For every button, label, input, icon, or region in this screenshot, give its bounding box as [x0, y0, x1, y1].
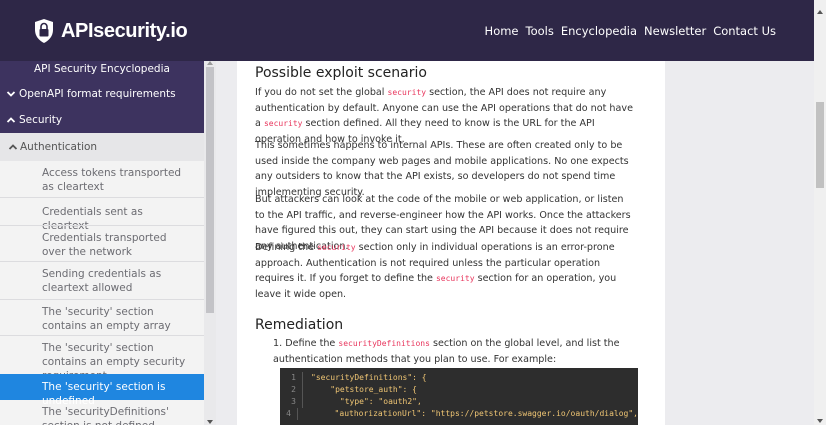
page-scrollbar-thumb[interactable]	[816, 102, 824, 188]
code-line: 2 "petstore_auth": {	[291, 384, 417, 396]
sidebar-item-label: OpenAPI format requirements	[19, 88, 176, 100]
code-keyword: securityDefinitions	[338, 339, 430, 348]
sidebar-item-label: Credentials transported over the network	[42, 232, 167, 258]
sidebar-item-label: Sending credentials as cleartext allowed	[42, 268, 162, 294]
sidebar: API Security Encyclopedia OpenAPI format…	[0, 61, 204, 425]
nav-tools[interactable]: Tools	[526, 24, 554, 38]
sidebar-item-label: The 'security' section contains an empty…	[42, 306, 171, 332]
sidebar-item-label: API Security Encyclopedia	[34, 63, 170, 75]
sidebar-scrollbar-thumb[interactable]	[206, 67, 214, 313]
sidebar-item-label: Access tokens transported as cleartext	[42, 167, 182, 193]
nav-contact[interactable]: Contact Us	[713, 24, 776, 38]
main-nav: Home Tools Encyclopedia Newsletter Conta…	[485, 0, 776, 61]
code-line: 4 "authorizationUrl": "https://petstore.…	[286, 408, 638, 420]
brand-logo[interactable]: APIsecurity.io	[33, 17, 188, 45]
sidebar-item-openapi[interactable]: OpenAPI format requirements	[0, 81, 204, 107]
section-heading-remediation: Remediation	[255, 317, 344, 333]
shield-lock-icon	[35, 19, 53, 43]
code-line: 1 "securityDefinitions": {	[291, 372, 427, 384]
sidebar-item-encyclopedia[interactable]: API Security Encyclopedia	[0, 61, 204, 81]
section-heading-exploit: Possible exploit scenario	[255, 65, 427, 81]
code-block: 1 "securityDefinitions": { 2 "petstore_au…	[280, 368, 638, 425]
sidebar-item-authentication[interactable]: Authentication	[0, 133, 204, 161]
sidebar-item-security-empty-requirement[interactable]: The 'security' section contains an empty…	[0, 336, 204, 382]
code-keyword: security	[317, 243, 356, 252]
sidebar-scrollbar[interactable]	[204, 61, 216, 425]
sidebar-item-label: The 'securityDefinitions' section is not…	[42, 406, 169, 425]
chevron-up-icon	[6, 117, 16, 123]
nav-newsletter[interactable]: Newsletter	[644, 24, 706, 38]
chevron-up-icon	[8, 144, 18, 150]
sidebar-item-credentials-network[interactable]: Credentials transported over the network	[0, 226, 204, 262]
sidebar-item-security-empty-array[interactable]: The 'security' section contains an empty…	[0, 300, 204, 337]
scroll-down-arrow-icon[interactable]	[207, 420, 213, 424]
brand-name: APIsecurity.io	[61, 19, 188, 42]
paragraph-2: This sometimes happens to internal APIs.…	[255, 140, 629, 198]
code-keyword: security	[263, 119, 303, 128]
scroll-up-arrow-icon[interactable]	[207, 61, 213, 65]
remediation-step-1: 1. Define the securityDefinitions sectio…	[273, 338, 620, 365]
sidebar-item-securitydefinitions-undefined[interactable]: The 'securityDefinitions' section is not…	[0, 403, 204, 425]
code-line: 3 "type": "oauth2",	[291, 396, 422, 408]
sidebar-item-sending-credentials[interactable]: Sending credentials as cleartext allowed	[0, 262, 204, 300]
chevron-down-icon	[6, 91, 16, 97]
code-keyword: security	[387, 88, 427, 97]
page: APIsecurity.io Home Tools Encyclopedia N…	[0, 0, 826, 425]
scroll-up-arrow-icon[interactable]	[817, 10, 823, 14]
sidebar-item-label: Security	[19, 114, 63, 126]
scroll-down-arrow-icon[interactable]	[817, 419, 823, 423]
sidebar-item-label: Authentication	[20, 141, 98, 153]
sidebar-item-security-undefined[interactable]: The 'security' section is undefined	[0, 374, 204, 407]
sidebar-item-credentials-cleartext[interactable]: Credentials sent as cleartext	[0, 198, 204, 232]
top-navbar: APIsecurity.io Home Tools Encyclopedia N…	[0, 0, 814, 61]
article: Possible exploit scenario If you do not …	[237, 61, 665, 425]
code-keyword: security	[435, 274, 475, 283]
nav-home[interactable]: Home	[485, 24, 519, 38]
sidebar-item-security[interactable]: Security	[0, 107, 204, 133]
nav-encyclopedia[interactable]: Encyclopedia	[561, 24, 637, 38]
page-scrollbar[interactable]	[814, 0, 826, 425]
paragraph-4: Defining the security section only in in…	[255, 242, 617, 300]
